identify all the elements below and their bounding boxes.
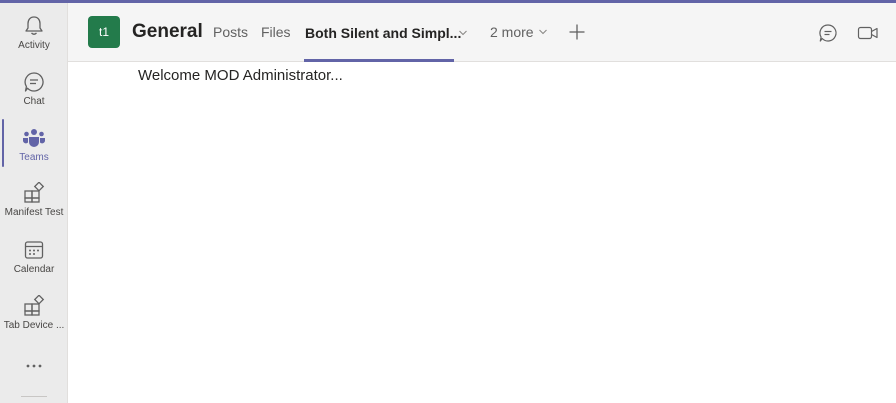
tab-more-dropdown[interactable]: 2 more	[490, 24, 548, 40]
teams-icon	[0, 126, 68, 150]
rail-divider	[21, 396, 47, 397]
app-icon	[0, 294, 68, 318]
chat-icon	[0, 70, 68, 94]
calendar-icon	[0, 238, 68, 262]
add-tab-button[interactable]	[567, 22, 587, 42]
rail-item-label: Teams	[19, 152, 49, 163]
plus-icon	[569, 24, 585, 40]
video-camera-icon	[857, 26, 878, 40]
bell-icon	[0, 14, 68, 38]
rail-item-label: Chat	[23, 96, 45, 107]
rail-item-label: Manifest Test	[4, 207, 64, 218]
rail-item-label: Tab Device ...	[3, 320, 65, 331]
rail-item-calendar[interactable]: Calendar	[0, 231, 68, 285]
chevron-down-icon[interactable]	[458, 25, 468, 41]
rail-item-manifest-test[interactable]: Manifest Test	[0, 174, 68, 228]
app-icon	[0, 181, 68, 205]
channel-header: t1 General Posts Files Both Silent and S…	[68, 3, 896, 62]
rail-item-chat[interactable]: Chat	[0, 63, 68, 117]
tab-label: Both Silent and Simpl...	[305, 25, 462, 41]
active-tab-underline	[304, 59, 454, 62]
app-rail: Activity Chat Teams Manifest Test Calend…	[0, 3, 68, 403]
rail-item-label: Calendar	[13, 264, 55, 275]
tab-both-silent-and-simple[interactable]: Both Silent and Simpl...	[304, 3, 467, 62]
chevron-down-icon	[538, 29, 547, 35]
tab-files[interactable]: Files	[261, 24, 291, 40]
more-apps-button[interactable]	[0, 354, 68, 378]
rail-item-tab-device[interactable]: Tab Device ...	[0, 287, 68, 341]
chat-icon	[819, 24, 837, 42]
rail-item-activity[interactable]: Activity	[0, 7, 68, 61]
meet-button[interactable]	[857, 22, 879, 44]
ellipsis-icon	[26, 364, 42, 368]
welcome-message: Welcome MOD Administrator...	[138, 67, 343, 84]
more-tabs-label: 2 more	[490, 24, 534, 40]
tab-posts[interactable]: Posts	[213, 24, 248, 40]
conversation-button[interactable]	[817, 22, 839, 44]
channel-title: General	[132, 21, 203, 42]
rail-item-teams[interactable]: Teams	[0, 119, 68, 173]
team-avatar[interactable]: t1	[88, 16, 120, 48]
rail-item-label: Activity	[18, 40, 50, 51]
